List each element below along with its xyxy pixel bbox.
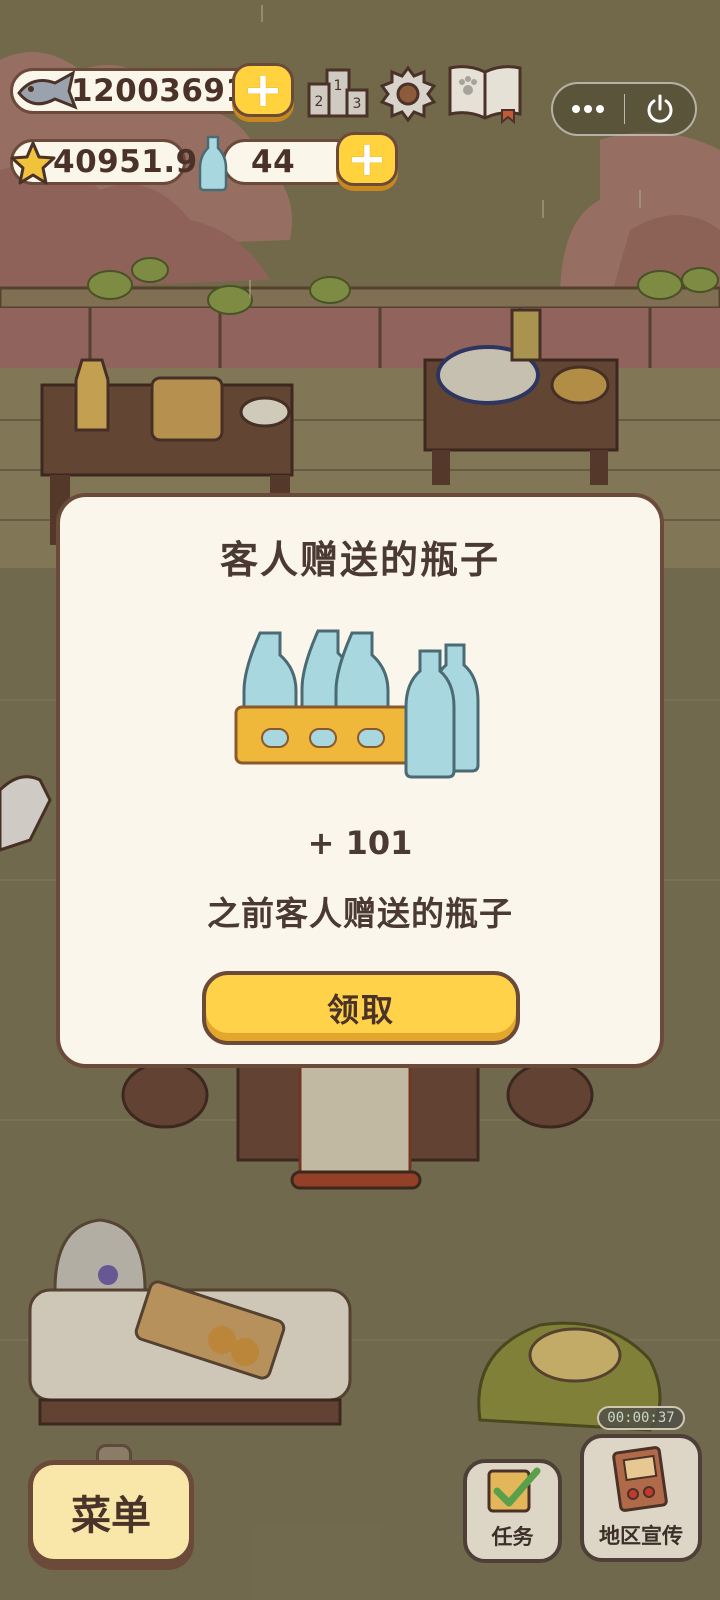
more-options-button[interactable] bbox=[553, 84, 624, 134]
promo-label: 地区宣传 bbox=[599, 1524, 683, 1548]
star-count: 40951.9 bbox=[53, 144, 198, 180]
checklist-icon bbox=[487, 1467, 540, 1513]
menu-button[interactable]: 菜单 bbox=[28, 1460, 194, 1564]
dialog-title: 客人赠送的瓶子 bbox=[219, 538, 500, 582]
svg-text:3: 3 bbox=[353, 96, 362, 112]
more-dots-icon bbox=[572, 105, 605, 113]
tasks-button[interactable]: 任务 bbox=[463, 1459, 562, 1563]
star-currency-bar: 40951.9 bbox=[10, 139, 197, 185]
settings-gear-icon[interactable] bbox=[378, 64, 438, 124]
claim-button[interactable]: 领取 bbox=[202, 971, 520, 1045]
exit-button[interactable] bbox=[625, 84, 696, 134]
add-bottle-button[interactable]: + bbox=[336, 132, 398, 186]
reward-amount: + 101 bbox=[307, 824, 413, 862]
power-icon bbox=[647, 94, 673, 123]
bottle-count: 44 bbox=[251, 144, 296, 180]
star-icon bbox=[10, 141, 56, 185]
leaderboard-podium-icon[interactable]: 1 2 3 bbox=[307, 64, 369, 122]
collection-book-icon[interactable] bbox=[446, 62, 524, 124]
svg-text:2: 2 bbox=[315, 94, 324, 110]
fish-count: 12003691 bbox=[71, 73, 248, 109]
bottles-crate-icon bbox=[234, 629, 480, 779]
promo-poster-icon bbox=[612, 1446, 668, 1512]
tasks-label: 任务 bbox=[491, 1525, 534, 1549]
promo-timer: 00:00:37 bbox=[597, 1406, 685, 1430]
fish-icon bbox=[17, 70, 78, 110]
plus-icon: + bbox=[346, 131, 388, 187]
fish-currency-bar: 12003691 bbox=[10, 68, 260, 114]
plus-icon: + bbox=[242, 62, 284, 118]
regional-promotion-button[interactable]: 地区宣传 bbox=[580, 1434, 702, 1562]
mini-program-capsule bbox=[551, 82, 697, 136]
svg-text:1: 1 bbox=[334, 78, 343, 94]
bottle-gift-dialog: 客人赠送的瓶子 + 101 之前客人赠送的瓶子 领取 bbox=[56, 493, 664, 1068]
bottle-icon bbox=[198, 135, 228, 192]
reward-description: 之前客人赠送的瓶子 bbox=[207, 894, 513, 933]
add-fish-button[interactable]: + bbox=[232, 63, 294, 117]
